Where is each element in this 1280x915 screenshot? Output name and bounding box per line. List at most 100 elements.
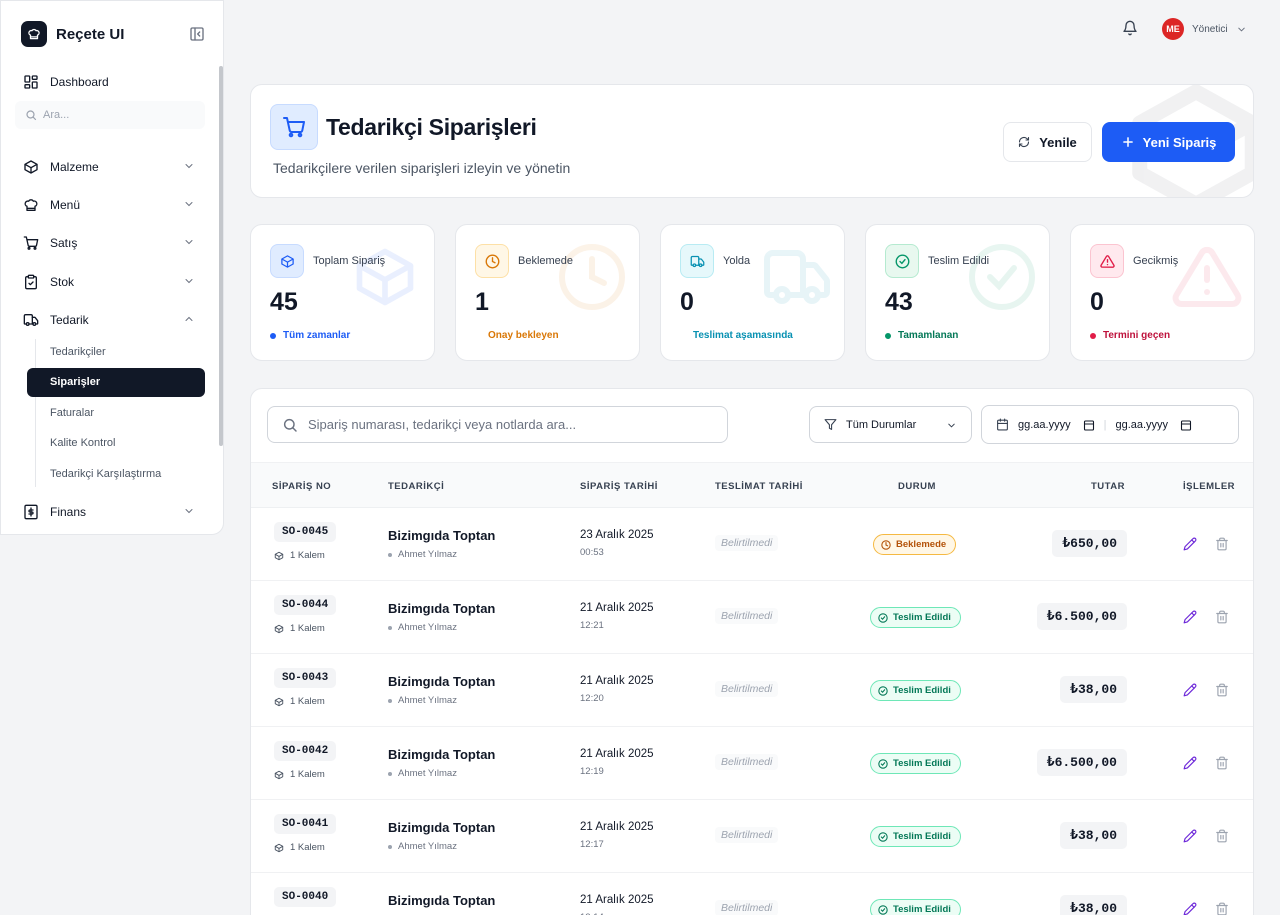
sidebar-subitem-tedarikci-karsilastirma[interactable]: Tedarikçi Karşılaştırma	[50, 468, 161, 480]
contact-name: Ahmet Yılmaz	[398, 768, 457, 779]
sidebar: Reçete UI Dashboard Ara... Malzeme Menü …	[0, 0, 224, 535]
item-count-text: 1 Kalem	[290, 623, 325, 634]
trash-icon[interactable]	[1215, 683, 1229, 697]
brand[interactable]: Reçete UI	[21, 21, 124, 47]
status-filter-select[interactable]: Tüm Durumlar	[809, 406, 972, 443]
sidebar-scrollbar[interactable]	[219, 66, 223, 446]
edit-icon[interactable]	[1183, 829, 1197, 843]
status-dot	[1090, 332, 1096, 339]
box-icon	[274, 770, 284, 779]
stat-footer: Termini geçen	[1090, 330, 1170, 341]
order-date: 21 Aralık 2025	[580, 748, 654, 760]
trash-icon[interactable]	[1215, 829, 1229, 843]
sidebar-item-label: Satış	[50, 236, 78, 250]
edit-icon[interactable]	[1183, 537, 1197, 551]
stat-value: 0	[680, 288, 694, 316]
sidebar-subitem-siparisler[interactable]: Siparişler	[27, 368, 205, 397]
column-header-order-no[interactable]: SİPARİŞ NO	[272, 481, 331, 492]
delivery-date: Belirtilmedi	[715, 608, 779, 624]
order-code[interactable]: SO-0040	[274, 887, 337, 907]
sidebar-item-satis[interactable]: Satış	[23, 231, 205, 255]
sidebar-search-input[interactable]: Ara...	[15, 101, 205, 129]
sidebar-item-stok[interactable]: Stok	[23, 270, 205, 294]
column-header-supplier[interactable]: TEDARİKÇİ	[388, 481, 444, 492]
item-count: 1 Kalem	[274, 550, 325, 561]
order-time: 00:53	[580, 547, 604, 558]
column-header-amount[interactable]: TUTAR	[1091, 481, 1125, 492]
sidebar-item-finans[interactable]: Finans	[23, 500, 205, 524]
date-picker-icon[interactable]	[1180, 419, 1192, 431]
stat-footer-text: Termini geçen	[1103, 330, 1171, 341]
table-header: SİPARİŞ NO TEDARİKÇİ SİPARİŞ TARİHİ TESL…	[251, 462, 1253, 508]
order-time: 12:20	[580, 693, 604, 704]
order-code[interactable]: SO-0045	[274, 522, 337, 542]
order-code[interactable]: SO-0043	[274, 668, 337, 688]
grid-icon	[23, 74, 39, 90]
box-icon	[274, 551, 284, 560]
trash-icon[interactable]	[1215, 756, 1229, 770]
user-menu[interactable]: ME Yönetici	[1162, 18, 1247, 40]
trash-icon[interactable]	[1215, 610, 1229, 624]
sidebar-collapse-icon[interactable]	[189, 26, 205, 42]
date-picker-icon[interactable]	[1083, 419, 1095, 431]
supplier-contact: Ahmet Yılmaz	[388, 622, 457, 633]
delivery-date: Belirtilmedi	[715, 535, 779, 551]
edit-icon[interactable]	[1183, 902, 1197, 915]
sidebar-item-label: Menü	[50, 198, 81, 212]
table-row[interactable]: SO-0042 1 Kalem Bizimgıda Toptan Ahmet Y…	[251, 727, 1253, 800]
supplier-contact: Ahmet Yılmaz	[388, 768, 457, 779]
sidebar-item-label: Tedarik	[50, 313, 89, 327]
sidebar-subitem-tedarikciler[interactable]: Tedarikçiler	[50, 346, 106, 358]
notification-bell-icon[interactable]	[1122, 20, 1138, 36]
table-row[interactable]: SO-0040 1 Kalem Bizimgıda Toptan Ahmet Y…	[251, 873, 1253, 915]
page-title: Tedarikçi Siparişleri	[326, 114, 537, 140]
check-circle-icon	[885, 244, 919, 278]
warning-icon	[1090, 244, 1124, 278]
stat-label: Yolda	[723, 255, 751, 267]
refresh-button[interactable]: Yenile	[1003, 122, 1092, 162]
cart-icon	[23, 235, 39, 251]
trash-icon[interactable]	[1215, 537, 1229, 551]
start-date-input[interactable]: gg.aa.yyyy	[1018, 419, 1095, 431]
order-search-input[interactable]: Sipariş numarası, tedarikçi veya notlard…	[267, 406, 728, 443]
order-code[interactable]: SO-0044	[274, 595, 337, 615]
table-row[interactable]: SO-0044 1 Kalem Bizimgıda Toptan Ahmet Y…	[251, 581, 1253, 654]
new-order-button[interactable]: Yeni Sipariş	[1102, 122, 1235, 162]
stat-footer-text: Tüm zamanlar	[283, 330, 351, 341]
sidebar-subitem-faturalar[interactable]: Faturalar	[50, 407, 94, 419]
order-code[interactable]: SO-0041	[274, 814, 337, 834]
order-code[interactable]: SO-0042	[274, 741, 337, 761]
status-badge: Beklemede	[873, 534, 957, 555]
date-range-filter: gg.aa.yyyy | gg.aa.yyyy	[981, 405, 1239, 444]
sidebar-item-menu[interactable]: Menü	[23, 193, 205, 217]
trash-icon[interactable]	[1215, 902, 1229, 915]
column-header-order-date[interactable]: SİPARİŞ TARİHİ	[580, 481, 658, 492]
contact-name: Ahmet Yılmaz	[398, 622, 457, 633]
sidebar-item-dashboard[interactable]: Dashboard	[23, 70, 205, 94]
delivery-date: Belirtilmedi	[715, 754, 779, 770]
sidebar-item-malzeme[interactable]: Malzeme	[23, 155, 205, 179]
contact-dot	[388, 552, 392, 557]
column-header-delivery-date[interactable]: TESLİMAT TARİHİ	[715, 481, 803, 492]
column-header-status[interactable]: DURUM	[898, 481, 936, 492]
supplier-contact: Ahmet Yılmaz	[388, 549, 457, 560]
sidebar-item-label: Malzeme	[50, 160, 99, 174]
sidebar-item-label: Dashboard	[50, 75, 109, 89]
contact-dot	[388, 771, 392, 776]
edit-icon[interactable]	[1183, 610, 1197, 624]
truck-bg-icon	[764, 250, 830, 304]
table-row[interactable]: SO-0045 1 Kalem Bizimgıda Toptan Ahmet Y…	[251, 508, 1253, 581]
order-search-placeholder: Sipariş numarası, tedarikçi veya notlard…	[308, 417, 577, 432]
order-date: 21 Aralık 2025	[580, 675, 654, 687]
status-dot	[885, 332, 891, 339]
edit-icon[interactable]	[1183, 756, 1197, 770]
table-row[interactable]: SO-0043 1 Kalem Bizimgıda Toptan Ahmet Y…	[251, 654, 1253, 727]
edit-icon[interactable]	[1183, 683, 1197, 697]
chevron-up-icon	[185, 316, 193, 321]
table-row[interactable]: SO-0041 1 Kalem Bizimgıda Toptan Ahmet Y…	[251, 800, 1253, 873]
sidebar-item-tedarik[interactable]: Tedarik	[23, 308, 205, 332]
sidebar-subitem-kalite-kontrol[interactable]: Kalite Kontrol	[50, 437, 115, 449]
end-date-input[interactable]: gg.aa.yyyy	[1115, 419, 1192, 431]
contact-name: Ahmet Yılmaz	[398, 841, 457, 852]
truck-icon	[23, 312, 39, 328]
